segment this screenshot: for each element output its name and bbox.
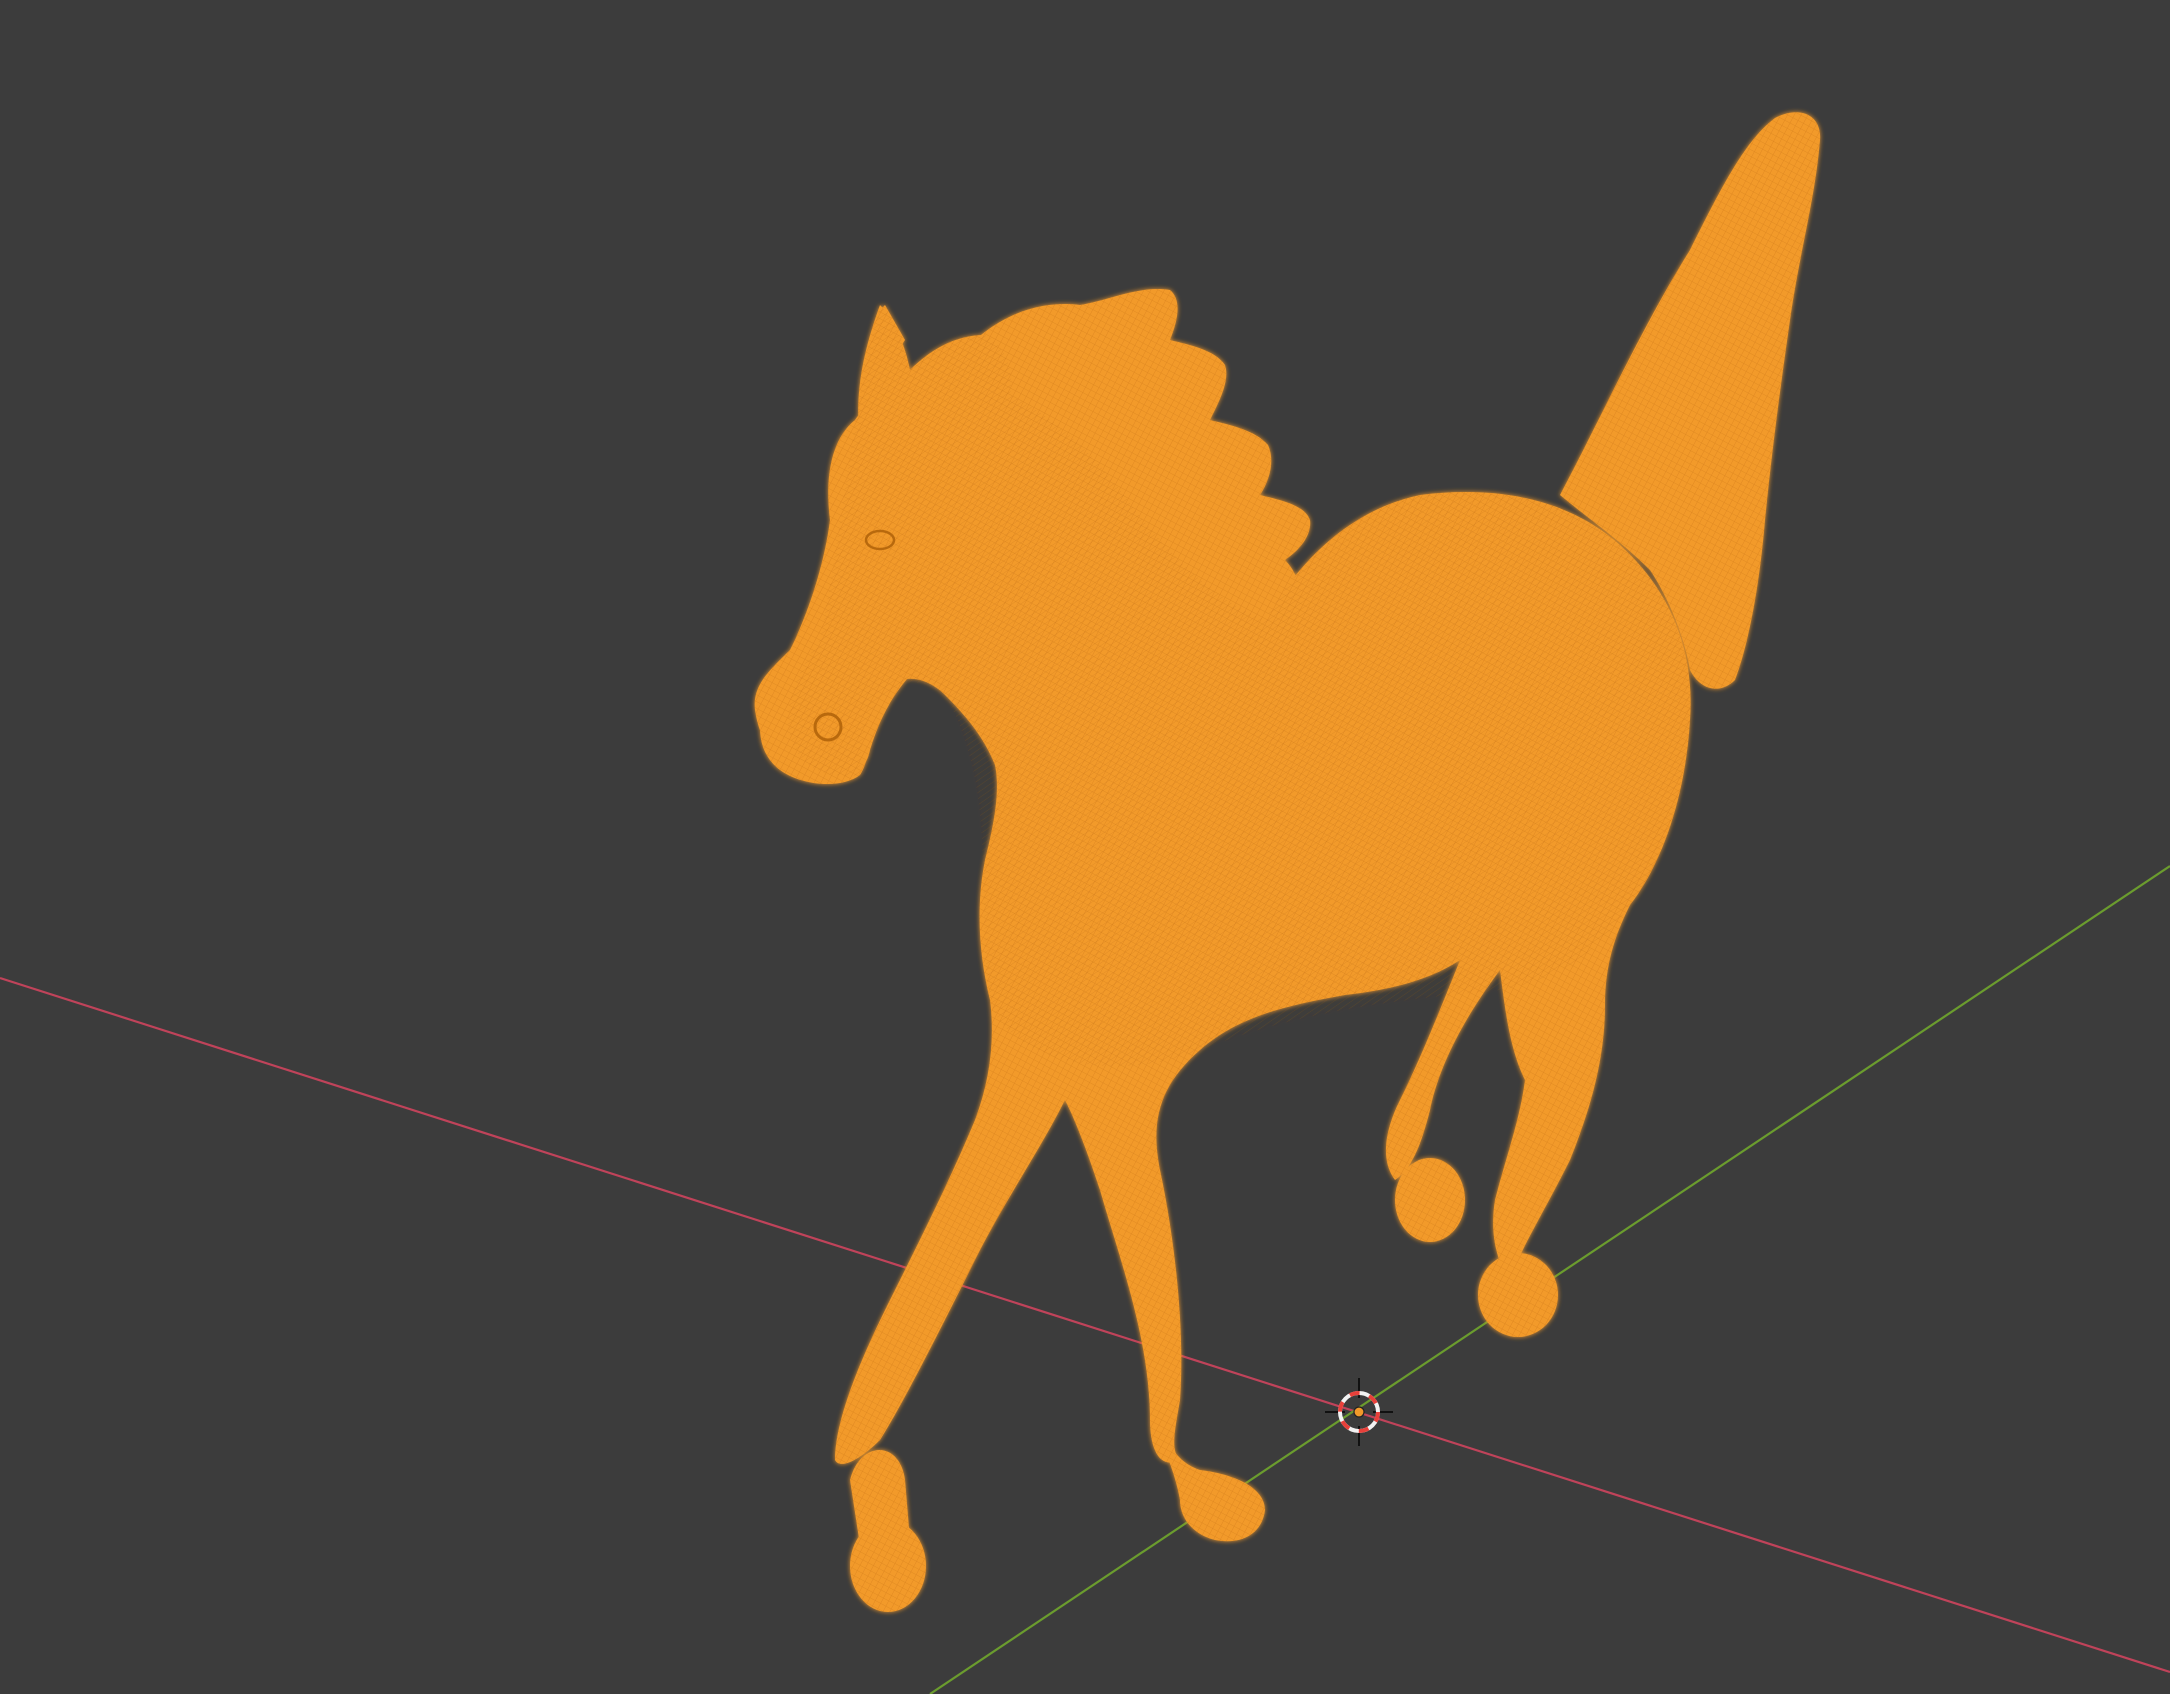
object-origin-icon[interactable] (1353, 1406, 1365, 1418)
horse-hoof-rear-left (1395, 1158, 1465, 1242)
3d-viewport[interactable] (0, 0, 2170, 1694)
horse-mesh[interactable] (754, 112, 1821, 1612)
horse-hoof-rear-right (1478, 1253, 1558, 1337)
